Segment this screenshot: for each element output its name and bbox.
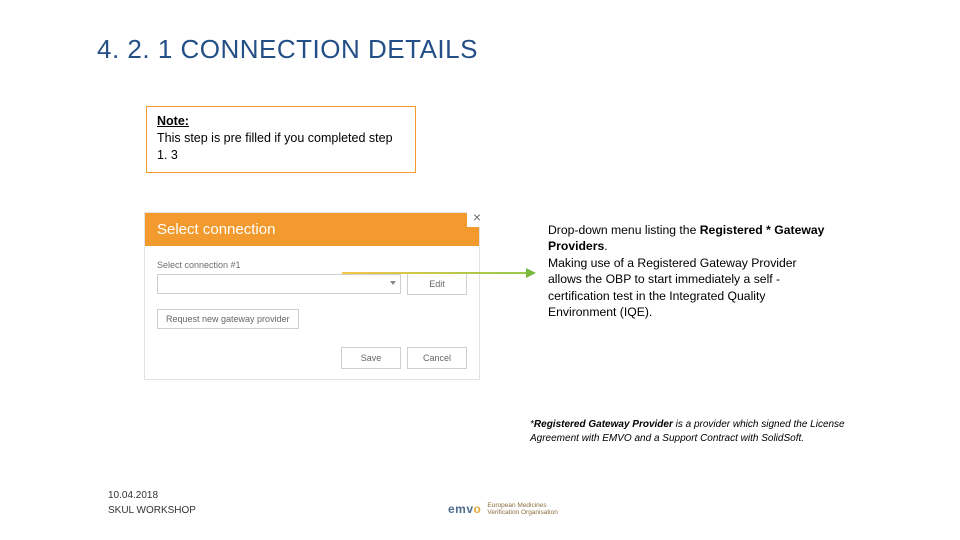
desc-line2: Making use of a Registered Gateway Provi…	[548, 256, 797, 319]
save-button[interactable]: Save	[341, 347, 401, 369]
connection-select[interactable]	[157, 274, 401, 294]
chevron-down-icon	[390, 281, 396, 285]
panel-body: Select connection #1 Edit Request new ga…	[145, 246, 479, 337]
logo-primary: emv	[448, 502, 474, 516]
panel-header: Select connection ×	[145, 213, 479, 246]
logo-subtext: European Medicines Verification Organisa…	[487, 502, 557, 516]
footer-logo: emvo European Medicines Verification Org…	[448, 502, 558, 516]
logo-mark: emvo	[448, 502, 481, 516]
section-heading: 4. 2. 1 CONNECTION DETAILS	[97, 34, 478, 65]
note-body: This step is pre filled if you completed…	[157, 131, 393, 162]
desc-period: .	[604, 239, 607, 253]
logo-sub1: European Medicines	[487, 502, 557, 509]
note-label: Note:	[157, 113, 405, 130]
logo-sub2: Verification Organisation	[487, 509, 557, 516]
footer-meta: 10.04.2018 SKUL WORKSHOP	[108, 488, 196, 518]
close-icon[interactable]: ×	[467, 207, 487, 227]
footnote-bold: Registered Gateway Provider	[534, 419, 673, 430]
dropdown-description: Drop-down menu listing the Registered * …	[548, 222, 828, 321]
note-box: Note: This step is pre filled if you com…	[146, 106, 416, 173]
logo-accent: o	[474, 502, 482, 516]
footer-date: 10.04.2018	[108, 488, 196, 503]
arrow-head-icon	[526, 268, 536, 278]
footer-event: SKUL WORKSHOP	[108, 503, 196, 518]
select-connection-panel: Select connection × Select connection #1…	[144, 212, 480, 380]
panel-title: Select connection	[157, 221, 275, 238]
desc-line1: Drop-down menu listing the	[548, 223, 700, 237]
connection-field-label: Select connection #1	[157, 260, 467, 270]
connection-field-row: Edit	[157, 273, 467, 295]
panel-footer: Save Cancel	[341, 347, 467, 369]
edit-button[interactable]: Edit	[407, 273, 467, 295]
footnote: *Registered Gateway Provider is a provid…	[530, 418, 860, 445]
request-gateway-button[interactable]: Request new gateway provider	[157, 309, 299, 329]
cancel-button[interactable]: Cancel	[407, 347, 467, 369]
